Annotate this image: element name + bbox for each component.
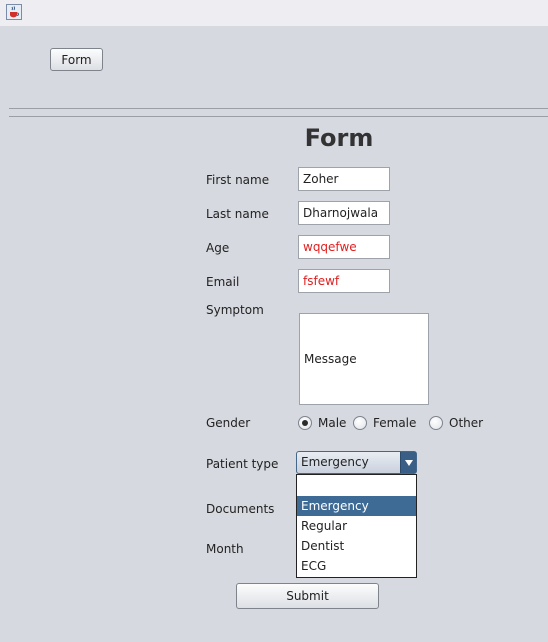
form-nav-button[interactable]: Form bbox=[50, 48, 103, 71]
gender-male-radio[interactable] bbox=[298, 416, 312, 430]
symptom-label: Symptom bbox=[206, 303, 264, 317]
patient-type-value: Emergency bbox=[301, 455, 369, 469]
page-title: Form bbox=[304, 124, 374, 152]
dropdown-option-dentist[interactable]: Dentist bbox=[297, 536, 416, 556]
patient-type-select[interactable]: Emergency bbox=[296, 451, 417, 474]
email-label: Email bbox=[206, 275, 240, 289]
age-label: Age bbox=[206, 241, 230, 255]
age-field[interactable]: wqqefwe bbox=[298, 235, 390, 259]
patient-type-label: Patient type bbox=[206, 457, 279, 471]
gender-male-label[interactable]: Male bbox=[318, 416, 346, 430]
gender-other-radio[interactable] bbox=[429, 416, 443, 430]
java-cup-icon bbox=[6, 4, 22, 20]
documents-label: Documents bbox=[206, 502, 275, 516]
last-name-label: Last name bbox=[206, 207, 269, 221]
gender-female-radio[interactable] bbox=[353, 416, 367, 430]
last-name-field[interactable]: Dharnojwala bbox=[298, 201, 390, 225]
email-field[interactable]: fsfewf bbox=[298, 269, 390, 293]
symptom-text: Message bbox=[304, 352, 357, 366]
dropdown-option-regular[interactable]: Regular bbox=[297, 516, 416, 536]
separator-bottom bbox=[9, 116, 548, 117]
dropdown-option-ecg[interactable]: ECG bbox=[297, 556, 416, 576]
title-bar bbox=[0, 0, 548, 26]
radio-selected-dot bbox=[302, 420, 308, 426]
month-label: Month bbox=[206, 542, 244, 556]
gender-label: Gender bbox=[206, 416, 251, 430]
symptom-textarea[interactable]: Message bbox=[299, 313, 429, 405]
dropdown-option-empty[interactable] bbox=[297, 475, 416, 495]
chevron-down-icon[interactable] bbox=[400, 452, 416, 473]
gender-other-label[interactable]: Other bbox=[449, 416, 483, 430]
separator-top bbox=[9, 108, 548, 109]
gender-female-label[interactable]: Female bbox=[373, 416, 416, 430]
first-name-field[interactable]: Zoher bbox=[298, 167, 390, 191]
dropdown-option-emergency[interactable]: Emergency bbox=[297, 496, 416, 516]
submit-button[interactable]: Submit bbox=[236, 583, 379, 609]
patient-type-dropdown-list: Emergency Regular Dentist ECG bbox=[296, 474, 417, 578]
first-name-label: First name bbox=[206, 173, 270, 187]
